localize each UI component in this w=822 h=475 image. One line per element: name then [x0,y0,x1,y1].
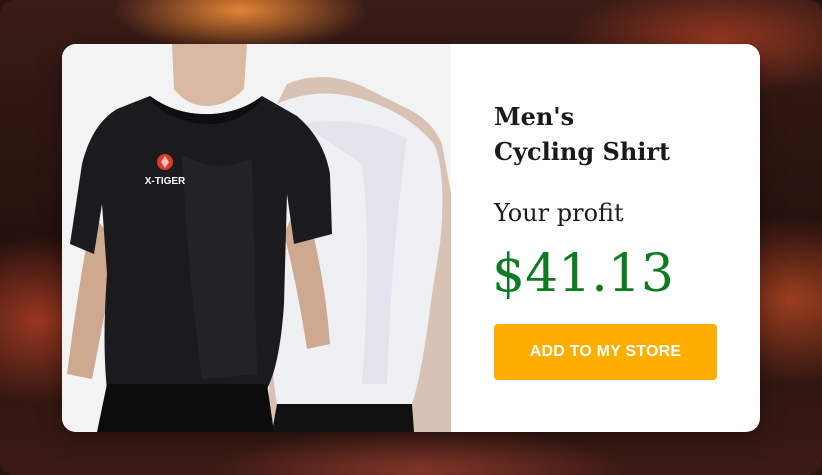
add-to-store-button[interactable]: ADD TO MY STORE [494,324,717,380]
product-title-line1: Men's [494,102,575,131]
product-title-line2: Cycling Shirt [494,137,671,166]
blurred-background: X-TIGER Men's Cycling Shirt Your profit … [0,0,822,475]
profit-value: $41.13 [492,244,674,304]
product-image[interactable]: X-TIGER [62,44,451,432]
profit-label: Your profit [494,199,624,227]
product-info: Men's Cycling Shirt Your profit $41.13 A… [492,44,734,432]
product-card: X-TIGER Men's Cycling Shirt Your profit … [62,44,760,432]
product-title: Men's Cycling Shirt [494,99,724,169]
brand-logo-text: X-TIGER [145,176,186,187]
